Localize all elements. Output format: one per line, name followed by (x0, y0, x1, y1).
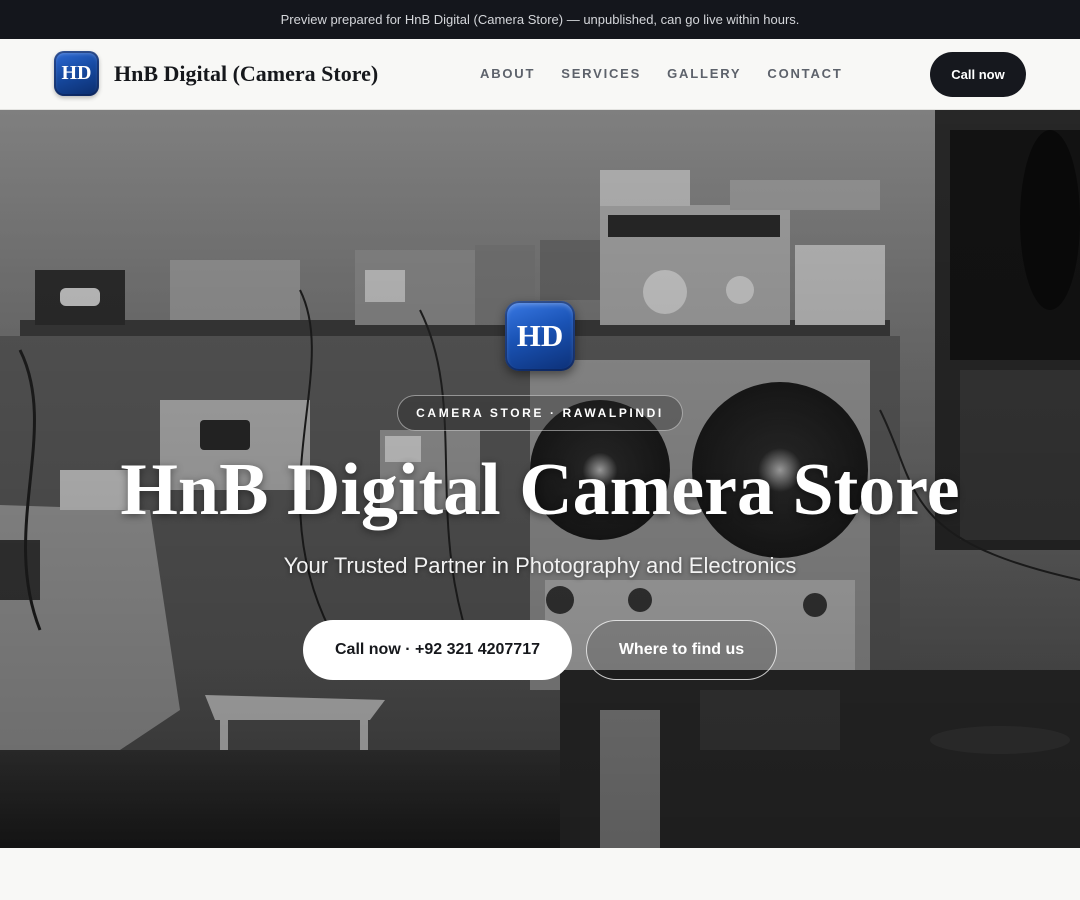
nav-link-about[interactable]: ABOUT (480, 66, 535, 81)
preview-banner-text: Preview prepared for HnB Digital (Camera… (280, 12, 800, 27)
brand[interactable]: HD HnB Digital (Camera Store) (54, 51, 378, 96)
brand-name[interactable]: HnB Digital (Camera Store) (114, 61, 378, 87)
hero-title: HnB Digital Camera Store (120, 449, 960, 531)
nav-link-gallery[interactable]: GALLERY (667, 66, 741, 81)
hero-logo: HD (505, 301, 575, 371)
site-header: HD HnB Digital (Camera Store) ABOUT SERV… (0, 39, 1080, 110)
hero-section: HD CAMERA STORE · RAWALPINDI HnB Digital… (0, 110, 1080, 848)
brand-logo[interactable]: HD (54, 51, 99, 96)
call-now-phone-button[interactable]: Call now · +92 321 4207717 (303, 620, 572, 680)
main-nav: ABOUT SERVICES GALLERY CONTACT (480, 66, 869, 81)
nav-link-contact[interactable]: CONTACT (767, 66, 842, 81)
call-now-button[interactable]: Call now (930, 52, 1026, 97)
preview-banner: Preview prepared for HnB Digital (Camera… (0, 0, 1080, 39)
where-to-find-us-button[interactable]: Where to find us (586, 620, 777, 680)
hero-eyebrow-badge: CAMERA STORE · RAWALPINDI (397, 395, 683, 431)
nav-link-services[interactable]: SERVICES (561, 66, 641, 81)
hero-subtitle: Your Trusted Partner in Photography and … (283, 553, 797, 578)
